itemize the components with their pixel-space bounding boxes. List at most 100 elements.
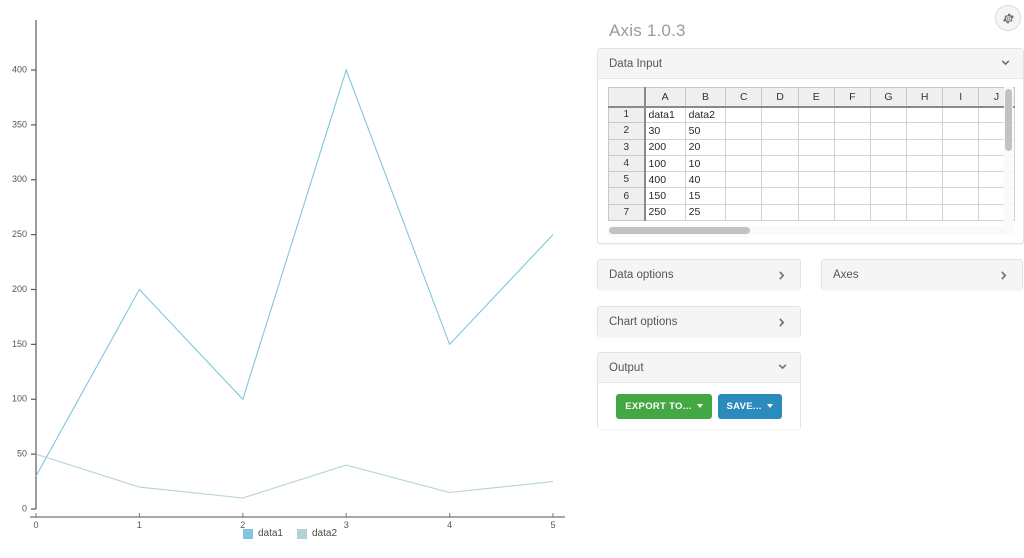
- spreadsheet-column-header-b[interactable]: B: [684, 87, 727, 108]
- legend-entry-data2[interactable]: data2: [297, 528, 337, 539]
- spreadsheet-cell-E1[interactable]: [797, 105, 835, 124]
- spreadsheet-cell-E7[interactable]: [797, 203, 835, 222]
- spreadsheet-horizontal-scrollbar[interactable]: [608, 226, 1015, 235]
- panel-data-input-header[interactable]: Data Input: [598, 49, 1023, 79]
- spreadsheet-cell-I6[interactable]: [942, 187, 979, 205]
- spreadsheet-cell-B5[interactable]: 40: [684, 171, 727, 189]
- spreadsheet-vertical-scrollbar[interactable]: [1004, 87, 1013, 235]
- spreadsheet-corner-cell[interactable]: [608, 87, 646, 108]
- spreadsheet-cell-G3[interactable]: [869, 138, 908, 156]
- spreadsheet-cell-F2[interactable]: [833, 122, 871, 140]
- spreadsheet-cell-F4[interactable]: [833, 154, 871, 173]
- spreadsheet-cell-I2[interactable]: [942, 122, 979, 140]
- spreadsheet-cell-E4[interactable]: [797, 154, 835, 173]
- spreadsheet-cell-A6[interactable]: 150: [644, 187, 686, 205]
- spreadsheet-cell-C3[interactable]: [725, 138, 763, 156]
- spreadsheet-cell-E5[interactable]: [797, 171, 835, 189]
- panel-output-header[interactable]: Output: [598, 353, 800, 383]
- spreadsheet-cell-G1[interactable]: [869, 105, 908, 124]
- spreadsheet-row-header-1[interactable]: 1: [608, 105, 646, 124]
- panel-chart-options-header[interactable]: Chart options: [598, 307, 800, 337]
- legend-swatch-data2: [297, 528, 307, 539]
- spreadsheet-cell-D5[interactable]: [761, 171, 799, 189]
- spreadsheet-cell-B4[interactable]: 10: [684, 154, 727, 173]
- spreadsheet-cell-A2[interactable]: 30: [644, 122, 686, 140]
- spreadsheet-cell-D4[interactable]: [761, 154, 799, 173]
- spreadsheet-cell-H3[interactable]: [906, 138, 944, 156]
- spreadsheet-cell-F1[interactable]: [833, 105, 871, 124]
- spreadsheet-cell-A3[interactable]: 200: [644, 138, 686, 156]
- export-to-button[interactable]: EXPORT TO...: [616, 393, 712, 419]
- spreadsheet-cell-I5[interactable]: [942, 171, 979, 189]
- spreadsheet-cell-D3[interactable]: [761, 138, 799, 156]
- spreadsheet-row-header-2[interactable]: 2: [608, 122, 646, 140]
- spreadsheet-cell-I3[interactable]: [942, 138, 979, 156]
- spreadsheet-cell-H4[interactable]: [906, 154, 944, 173]
- spreadsheet-cell-I4[interactable]: [942, 154, 979, 173]
- spreadsheet-cell-B2[interactable]: 50: [684, 122, 727, 140]
- spreadsheet-cell-H2[interactable]: [906, 122, 944, 140]
- spreadsheet-cell-E2[interactable]: [797, 122, 835, 140]
- spreadsheet-cell-A4[interactable]: 100: [644, 154, 686, 173]
- spreadsheet-cell-B6[interactable]: 15: [684, 187, 727, 205]
- spreadsheet-cell-F5[interactable]: [833, 171, 871, 189]
- spreadsheet-cell-B1[interactable]: data2: [684, 105, 727, 124]
- spreadsheet-viewport[interactable]: A B C D E F G H I J 1 data1 data2 2 30 50 3 200 20 4 100 10 5 4…: [608, 87, 1015, 235]
- panel-output-body: EXPORT TO... SAVE...: [598, 383, 800, 429]
- spreadsheet-cell-A1[interactable]: data1: [644, 105, 686, 124]
- spreadsheet-cell-I1[interactable]: [942, 105, 979, 124]
- spreadsheet-cell-F3[interactable]: [833, 138, 871, 156]
- spreadsheet-cell-B7[interactable]: 25: [684, 203, 727, 222]
- spreadsheet-cell-G7[interactable]: [869, 203, 908, 222]
- spreadsheet-cell-A5[interactable]: 400: [644, 171, 686, 189]
- legend-entry-data1[interactable]: data1: [242, 528, 283, 539]
- spreadsheet-table[interactable]: A B C D E F G H I J 1 data1 data2 2 30 50 3 200 20 4 100 10 5 4…: [608, 87, 1015, 222]
- panel-axes-header[interactable]: Axes: [822, 260, 1022, 290]
- spreadsheet-cell-C4[interactable]: [725, 154, 763, 173]
- spreadsheet-row-header-5[interactable]: 5: [608, 171, 646, 189]
- spreadsheet-cell-E3[interactable]: [797, 138, 835, 156]
- spreadsheet-cell-C7[interactable]: [725, 203, 763, 222]
- spreadsheet-cell-G4[interactable]: [869, 154, 908, 173]
- spreadsheet-row: 5 400 40: [608, 171, 1015, 189]
- spreadsheet-row-header-7[interactable]: 7: [608, 203, 646, 222]
- spreadsheet-column-header-a[interactable]: A: [644, 87, 686, 108]
- spreadsheet-cell-C5[interactable]: [725, 171, 763, 189]
- spreadsheet-horizontal-scroll-thumb[interactable]: [609, 227, 750, 234]
- spreadsheet-cell-D7[interactable]: [761, 203, 799, 222]
- spreadsheet-cell-H7[interactable]: [906, 203, 944, 222]
- spreadsheet-row-header-4[interactable]: 4: [608, 154, 646, 173]
- spreadsheet-cell-C6[interactable]: [725, 187, 763, 205]
- settings-gear-button[interactable]: [995, 5, 1021, 31]
- spreadsheet-cell-D6[interactable]: [761, 187, 799, 205]
- spreadsheet-cell-G6[interactable]: [869, 187, 908, 205]
- spreadsheet-cell-G2[interactable]: [869, 122, 908, 140]
- spreadsheet-column-header-g[interactable]: G: [869, 87, 908, 108]
- spreadsheet-column-header-c[interactable]: C: [725, 87, 763, 108]
- spreadsheet-cell-H6[interactable]: [906, 187, 944, 205]
- panel-data-options-header[interactable]: Data options: [598, 260, 800, 290]
- spreadsheet-cell-D2[interactable]: [761, 122, 799, 140]
- spreadsheet-cell-A7[interactable]: 250: [644, 203, 686, 222]
- spreadsheet-cell-G5[interactable]: [869, 171, 908, 189]
- spreadsheet-column-header-d[interactable]: D: [761, 87, 799, 108]
- spreadsheet-row-header-3[interactable]: 3: [608, 138, 646, 156]
- panel-axes-title: Axes: [833, 269, 859, 281]
- spreadsheet-cell-F7[interactable]: [833, 203, 871, 222]
- spreadsheet-column-header-i[interactable]: I: [942, 87, 979, 108]
- spreadsheet-vertical-scroll-thumb[interactable]: [1005, 89, 1012, 151]
- spreadsheet-row-header-6[interactable]: 6: [608, 187, 646, 205]
- spreadsheet-cell-H1[interactable]: [906, 105, 944, 124]
- spreadsheet-cell-E6[interactable]: [797, 187, 835, 205]
- spreadsheet-column-header-f[interactable]: F: [833, 87, 871, 108]
- spreadsheet-cell-C2[interactable]: [725, 122, 763, 140]
- spreadsheet-cell-C1[interactable]: [725, 105, 763, 124]
- spreadsheet-column-header-h[interactable]: H: [906, 87, 944, 108]
- spreadsheet-cell-I7[interactable]: [942, 203, 979, 222]
- spreadsheet-cell-F6[interactable]: [833, 187, 871, 205]
- spreadsheet-cell-B3[interactable]: 20: [684, 138, 727, 156]
- spreadsheet-column-header-e[interactable]: E: [797, 87, 835, 108]
- spreadsheet-cell-D1[interactable]: [761, 105, 799, 124]
- save-button[interactable]: SAVE...: [717, 393, 782, 419]
- spreadsheet-cell-H5[interactable]: [906, 171, 944, 189]
